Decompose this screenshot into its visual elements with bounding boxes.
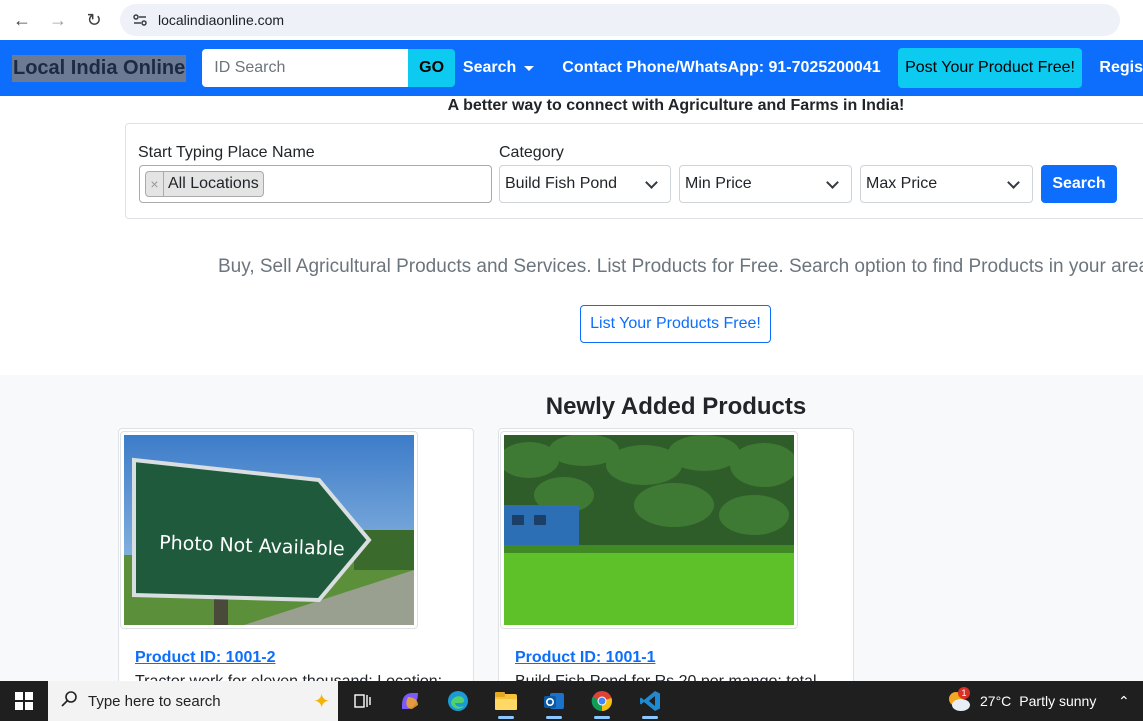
weather-condition: Partly sunny bbox=[1019, 693, 1097, 709]
search-dropdown-label: Search bbox=[462, 59, 517, 76]
chevron-down-icon bbox=[645, 176, 658, 189]
chevron-down-icon bbox=[826, 176, 839, 189]
location-tag-label: All Locations bbox=[168, 175, 259, 192]
chevron-up-icon[interactable]: ⌃ bbox=[1118, 693, 1130, 710]
product-link[interactable]: Product ID: 1001-2 bbox=[135, 649, 275, 667]
product-image[interactable]: Photo Not Available bbox=[120, 431, 418, 629]
windows-taskbar: Type here to search ✦ 1 27°C Partly sunn… bbox=[0, 681, 1143, 721]
tagline: A better way to connect with Agriculture… bbox=[447, 97, 905, 114]
products-title: Newly Added Products bbox=[545, 393, 807, 420]
max-price-value: Max Price bbox=[866, 175, 938, 192]
products-section: Newly Added Products Photo Not Available… bbox=[0, 375, 1143, 681]
go-button[interactable]: GO bbox=[408, 49, 455, 87]
search-dropdown[interactable]: Search bbox=[462, 59, 535, 77]
product-image[interactable] bbox=[500, 431, 798, 629]
product-description: Build Fish Pond for Rs 20 per mango; tot… bbox=[515, 673, 817, 681]
product-card: Product ID: 1001-1 Build Fish Pond for R… bbox=[498, 428, 854, 681]
back-arrow-icon[interactable]: ← bbox=[10, 8, 34, 32]
max-price-select[interactable]: Max Price bbox=[860, 165, 1033, 203]
category-select[interactable]: Build Fish Pond bbox=[499, 165, 671, 203]
chrome-icon[interactable] bbox=[578, 681, 626, 721]
post-product-button[interactable]: Post Your Product Free! bbox=[897, 48, 1083, 88]
chevron-down-icon bbox=[1007, 176, 1020, 189]
site-navbar: Local India Online GO Search Contact Pho… bbox=[0, 40, 1143, 96]
address-bar[interactable]: localindiaonline.com bbox=[120, 4, 1120, 36]
category-label: Category bbox=[499, 144, 564, 161]
file-explorer-icon[interactable] bbox=[482, 681, 530, 721]
temperature: 27°C bbox=[980, 693, 1012, 709]
browser-toolbar: ← → ↻ localindiaonline.com bbox=[0, 0, 1143, 40]
weather-badge: 1 bbox=[958, 687, 970, 699]
remove-tag-icon[interactable]: × bbox=[146, 172, 164, 196]
task-view-icon[interactable] bbox=[338, 681, 386, 721]
caret-down-icon bbox=[524, 65, 535, 71]
weather-widget[interactable]: 1 27°C Partly sunny bbox=[946, 681, 1096, 721]
category-value: Build Fish Pond bbox=[505, 175, 618, 192]
contact-info: Contact Phone/WhatsApp: 91-7025200041 bbox=[562, 59, 881, 76]
filter-search-button[interactable]: Search bbox=[1041, 165, 1117, 203]
brand-logo[interactable]: Local India Online bbox=[12, 54, 187, 82]
filter-panel: Start Typing Place Name × All Locations … bbox=[125, 123, 1143, 219]
windows-logo-icon[interactable] bbox=[0, 681, 48, 721]
id-search-input[interactable] bbox=[202, 49, 409, 87]
product-description: Tractor work for eleven thousand; Locati… bbox=[135, 673, 442, 681]
url-text: localindiaonline.com bbox=[158, 12, 285, 28]
taskbar-search-placeholder: Type here to search bbox=[88, 692, 221, 710]
product-card: Photo Not Available Product ID: 1001-2 T… bbox=[118, 428, 474, 681]
vscode-icon[interactable] bbox=[626, 681, 674, 721]
partly-sunny-icon: 1 bbox=[946, 687, 972, 713]
min-price-value: Min Price bbox=[685, 175, 752, 192]
lead-text: Buy, Sell Agricultural Products and Serv… bbox=[218, 256, 1143, 277]
product-link[interactable]: Product ID: 1001-1 bbox=[515, 649, 655, 667]
reload-icon[interactable]: ↻ bbox=[82, 8, 106, 32]
site-settings-icon[interactable] bbox=[130, 10, 150, 30]
location-tag: × All Locations bbox=[145, 171, 264, 197]
location-select[interactable]: × All Locations bbox=[139, 165, 492, 203]
place-label: Start Typing Place Name bbox=[138, 144, 315, 161]
register-link[interactable]: Regis bbox=[1099, 59, 1143, 77]
forward-arrow-icon[interactable]: → bbox=[46, 8, 70, 32]
outlook-icon[interactable] bbox=[530, 681, 578, 721]
edge-icon[interactable] bbox=[434, 681, 482, 721]
search-icon bbox=[60, 690, 78, 713]
taskbar-search-box[interactable]: Type here to search ✦ bbox=[48, 681, 338, 721]
sparkle-icon: ✦ bbox=[313, 691, 330, 713]
list-products-button[interactable]: List Your Products Free! bbox=[580, 305, 771, 343]
min-price-select[interactable]: Min Price bbox=[679, 165, 852, 203]
copilot-icon[interactable] bbox=[386, 681, 434, 721]
